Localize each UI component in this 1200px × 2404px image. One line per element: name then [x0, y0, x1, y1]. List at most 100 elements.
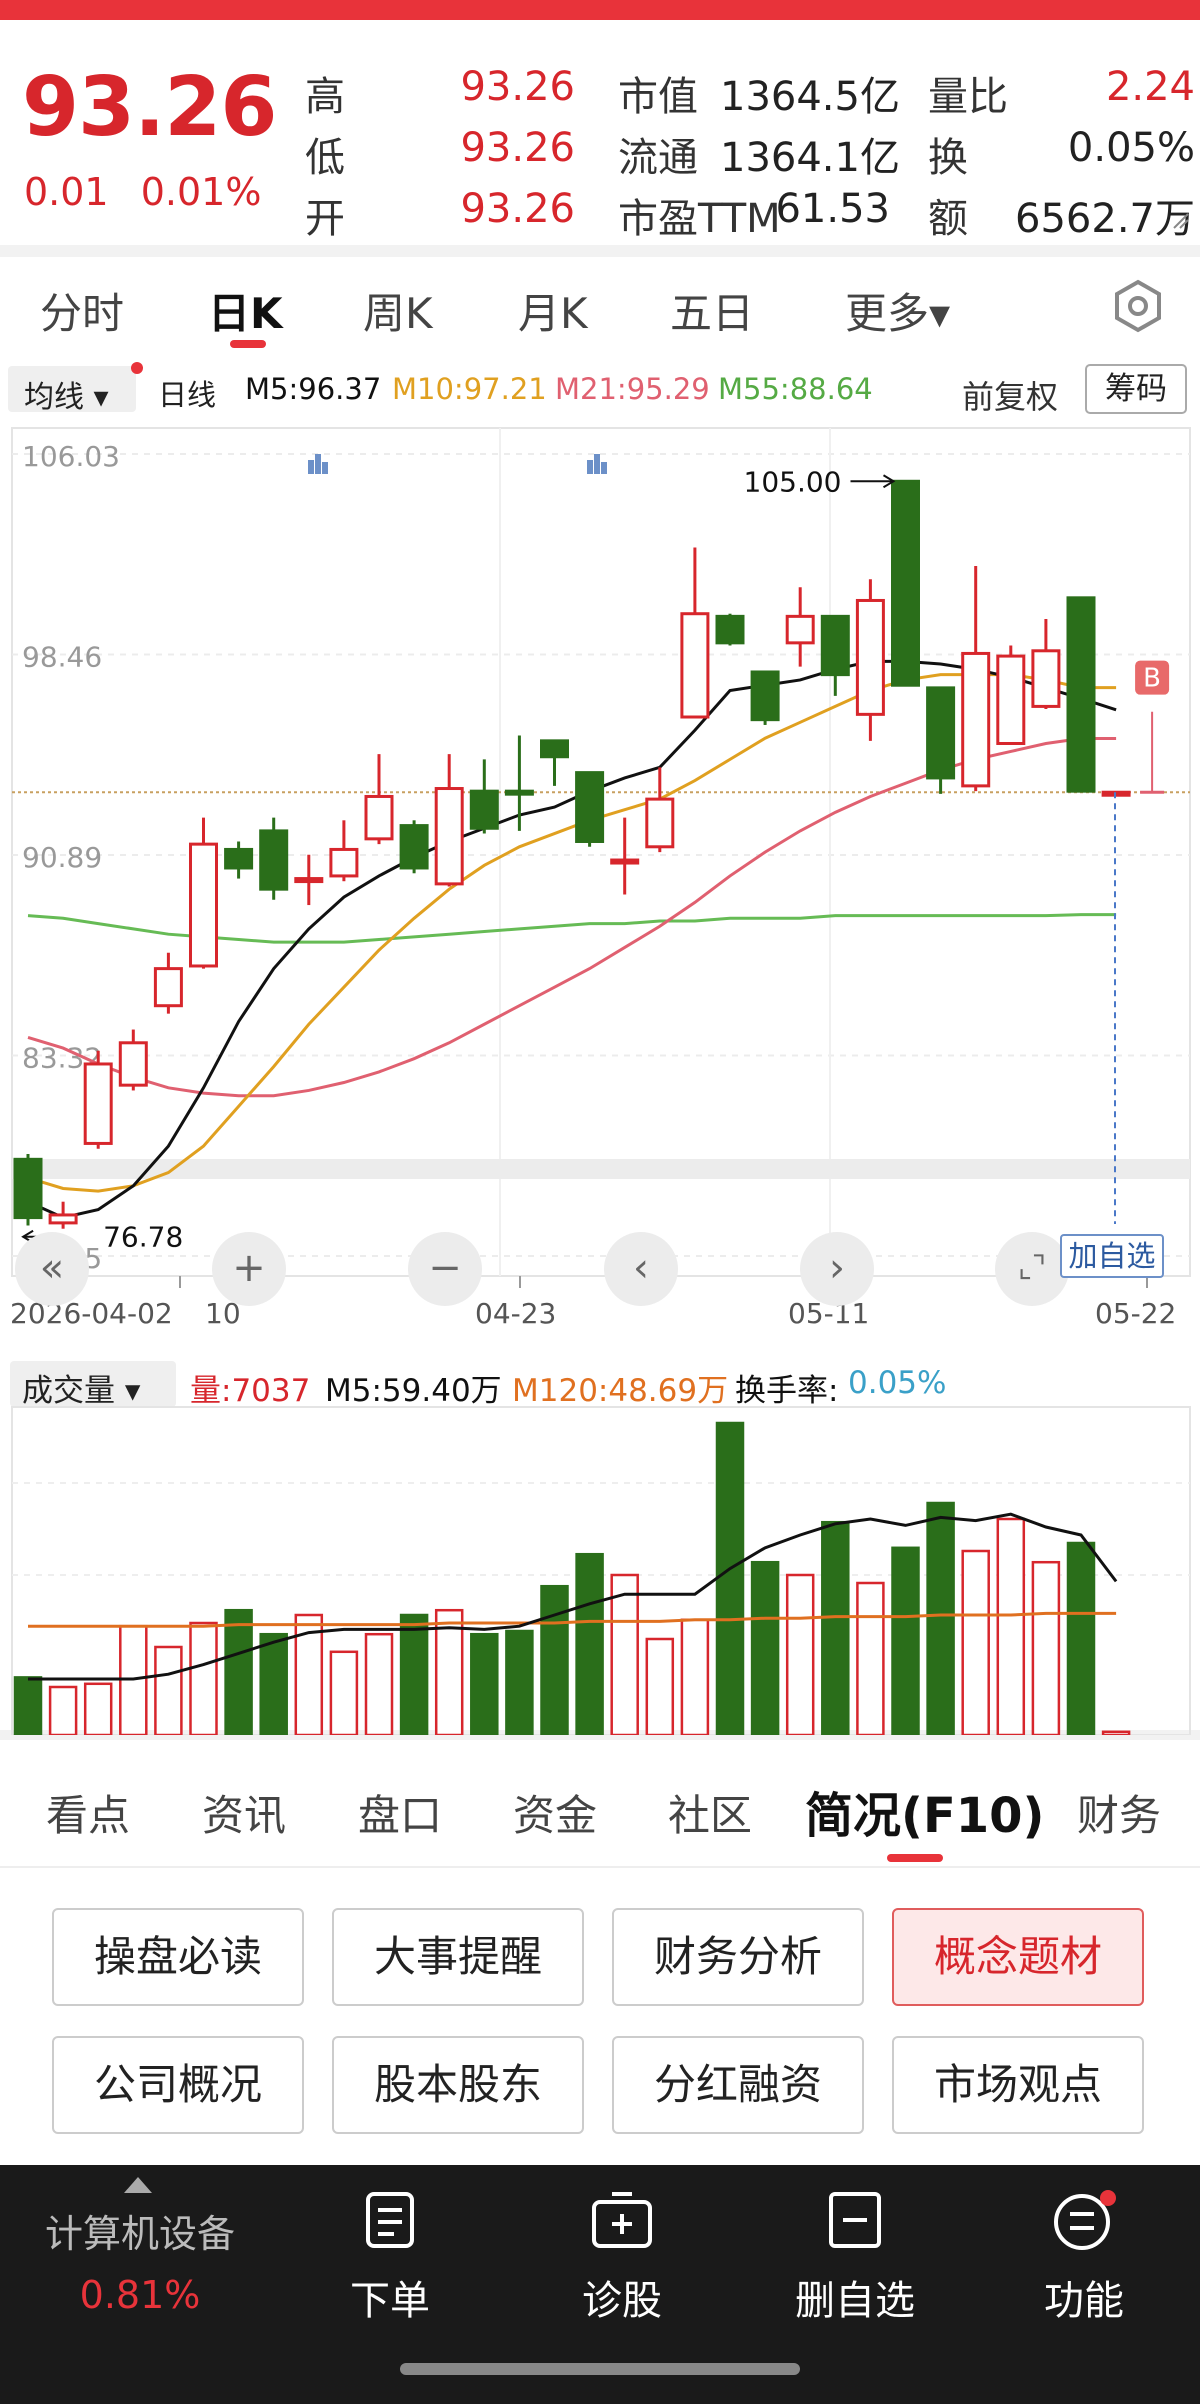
f10-trading-guide[interactable]: 操盘必读	[52, 1908, 304, 2006]
tab-weekly-k[interactable]: 周K	[363, 280, 433, 341]
volume-bar	[224, 1608, 253, 1735]
low-price-annotation: 76.78	[103, 1221, 183, 1254]
candle-body	[1101, 790, 1131, 797]
ma-period-label: 日线	[158, 378, 217, 412]
ma5-value: M5:96.37	[245, 372, 382, 406]
divider	[0, 1866, 1200, 1868]
f10-button-grid: 操盘必读 大事提醒 财务分析 概念题材 公司概况 股本股东 分红融资 市场观点	[0, 1870, 1200, 2162]
quote-value: 1364.5亿	[720, 74, 900, 120]
ma21-value: M21:95.29	[555, 372, 710, 406]
volume-chart[interactable]	[0, 1405, 1200, 1735]
sector-change: 0.81%	[79, 2273, 201, 2317]
candle-body	[540, 739, 569, 759]
candle-body	[575, 771, 605, 843]
f10-concept-themes[interactable]: 概念题材	[892, 1908, 1144, 2006]
change-percent: 0.01%	[140, 170, 262, 214]
event-marker-icon	[308, 460, 314, 474]
zoom-out-icon[interactable]: −	[408, 1232, 482, 1306]
y-tick-label: 98.46	[22, 641, 102, 674]
tab-daily-k[interactable]: 日K	[208, 280, 283, 341]
tab-five-day[interactable]: 五日	[670, 280, 754, 341]
volume-selector-label: 成交量 ▾	[22, 1373, 141, 1409]
sector-name: 计算机设备	[44, 2212, 235, 2256]
volume-bar	[13, 1676, 43, 1735]
ma55-value: M55:88.64	[718, 372, 873, 406]
adjust-mode[interactable]: 前复权	[962, 372, 1058, 418]
volume-bar	[1066, 1541, 1096, 1735]
move-left-icon[interactable]: ‹	[604, 1232, 678, 1306]
volume-bar	[680, 1618, 710, 1735]
order-button[interactable]: 下单	[330, 2190, 450, 2326]
f10-financial-analysis[interactable]: 财务分析	[612, 1908, 864, 2006]
candle-body	[224, 847, 254, 870]
last-price: 93.26	[22, 60, 277, 155]
volume-bar	[645, 1637, 675, 1735]
tab-finance[interactable]: 财务	[1077, 1782, 1161, 1843]
f10-company-overview[interactable]: 公司概况	[52, 2036, 304, 2134]
candle-body	[645, 797, 675, 849]
function-menu-button[interactable]: 功能	[1024, 2190, 1144, 2326]
add-to-watchlist-button[interactable]: 加自选	[1060, 1234, 1164, 1278]
ma-selector-label: 均线 ▾	[24, 380, 109, 415]
menu-icon	[1054, 2190, 1116, 2250]
f10-dividends-financing[interactable]: 分红融资	[612, 2036, 864, 2134]
change-value: 0.01	[24, 170, 109, 214]
volume-bar	[364, 1632, 394, 1735]
home-indicator[interactable]	[400, 2363, 800, 2375]
remove-watch-label: 删自选	[795, 2278, 915, 2324]
candle-body	[504, 789, 534, 796]
tab-monthly-k[interactable]: 月K	[518, 280, 588, 341]
f10-major-events[interactable]: 大事提醒	[332, 1908, 584, 2006]
candle-body	[715, 614, 745, 645]
event-marker-icon	[587, 460, 593, 474]
quote-value: 61.53	[775, 186, 890, 232]
move-right-icon[interactable]: ›	[800, 1232, 874, 1306]
tab-community[interactable]: 社区	[668, 1782, 752, 1843]
expand-corner-icon[interactable]	[1170, 210, 1192, 232]
candle-body	[1066, 596, 1096, 793]
divider	[0, 245, 1200, 257]
volume-bar	[1101, 1730, 1131, 1735]
scroll-band	[12, 1159, 1190, 1179]
y-tick-label: 90.89	[22, 841, 102, 874]
settings-hexagon-icon[interactable]	[1110, 278, 1166, 334]
fullscreen-icon[interactable]: ⌞⌝	[995, 1232, 1069, 1306]
tab-news[interactable]: 资讯	[202, 1782, 286, 1843]
top-status-bar	[0, 0, 1200, 20]
quote-value: 0.05%	[1067, 125, 1195, 171]
volume-bar	[259, 1632, 288, 1735]
y-tick-label: 106.03	[22, 440, 120, 473]
candle-body	[434, 787, 464, 886]
remove-watch-button[interactable]: 删自选	[790, 2190, 920, 2326]
diagnose-button[interactable]: 诊股	[562, 2190, 682, 2326]
sector-summary[interactable]: 计算机设备 0.81%	[0, 2165, 280, 2404]
candle-body	[83, 1062, 113, 1145]
scroll-left-icon[interactable]: «	[15, 1232, 89, 1306]
tab-intraday[interactable]: 分时	[40, 280, 124, 341]
volume-bar	[926, 1501, 955, 1735]
tab-f10-profile[interactable]: 简况(F10)	[805, 1776, 1044, 1846]
chip-distribution-button[interactable]: 筹码	[1085, 364, 1187, 414]
tab-order-book[interactable]: 盘口	[358, 1782, 442, 1843]
volume-bar	[154, 1645, 183, 1735]
ma-selector[interactable]: 均线 ▾	[8, 362, 143, 415]
tab-more[interactable]: 更多▾	[845, 280, 950, 341]
volume-bar	[470, 1632, 499, 1735]
f10-shareholders[interactable]: 股本股东	[332, 2036, 584, 2134]
turnover-label: 换手率:	[735, 1373, 839, 1409]
ma-indicator-bar: 均线 ▾ 日线 M5:96.37 M10:97.21 M21:95.29 M55…	[0, 356, 1200, 424]
f10-market-views[interactable]: 市场观点	[892, 2036, 1144, 2134]
quote-label: 低	[305, 135, 345, 181]
kline-chart-area[interactable]: 106.0398.4690.8983.3275.75105.0076.78B20…	[0, 424, 1200, 1334]
quote-label: 量比	[928, 74, 1008, 120]
tab-highlights[interactable]: 看点	[46, 1782, 130, 1843]
notification-dot	[131, 362, 143, 374]
candle-body	[294, 877, 324, 884]
volume-selector[interactable]: 成交量 ▾	[10, 1361, 176, 1409]
tab-capital[interactable]: 资金	[513, 1782, 597, 1843]
kline-chart[interactable]: 106.0398.4690.8983.3275.75105.0076.78B20…	[0, 424, 1200, 1334]
zoom-in-icon[interactable]: +	[212, 1232, 286, 1306]
volume-bar	[540, 1584, 569, 1735]
price-change: 0.01 0.01%	[24, 170, 281, 214]
volume-bar	[505, 1629, 534, 1735]
